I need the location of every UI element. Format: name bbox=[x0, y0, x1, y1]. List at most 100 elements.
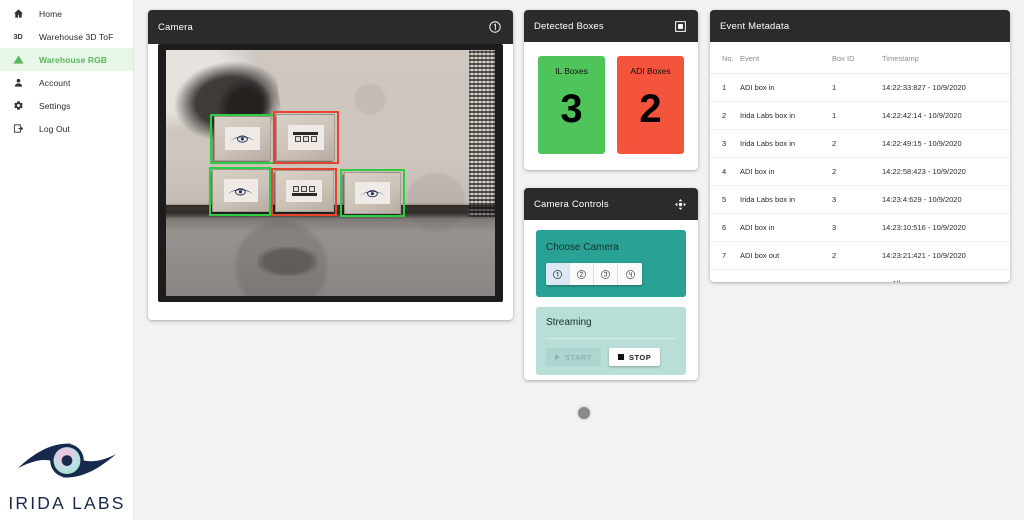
event-metadata-table: No. Event Box ID Timestamp 1 ADI box in … bbox=[710, 42, 1010, 270]
cell-timestamp: 14:22:49:15 - 10/9/2020 bbox=[882, 129, 1010, 158]
camera-controls-body: Choose Camera Streaming START STOP bbox=[524, 220, 698, 380]
count-card-value: 3 bbox=[560, 87, 583, 131]
scene-box-adi-2 bbox=[274, 170, 334, 212]
chevron-down-icon bbox=[905, 281, 912, 282]
streaming-buttons: START STOP bbox=[546, 338, 676, 366]
person-icon bbox=[8, 77, 28, 88]
start-stream-button[interactable]: START bbox=[546, 348, 601, 366]
camera-controls-panel: Camera Controls Choose Camera Streaming … bbox=[524, 188, 698, 380]
stop-stream-button[interactable]: STOP bbox=[608, 348, 661, 366]
chevron-right-icon[interactable]: › bbox=[988, 279, 996, 282]
rows-per-page-label: Rows per page: bbox=[833, 281, 886, 283]
camera-option-1[interactable] bbox=[546, 263, 570, 285]
camera-panel-title: Camera bbox=[158, 21, 193, 33]
cell-box-id: 2 bbox=[832, 129, 882, 158]
cell-event: Irida Labs box in bbox=[740, 185, 832, 214]
camera-option-4[interactable] bbox=[618, 263, 642, 285]
sidebar-item-account[interactable]: Account bbox=[0, 71, 133, 94]
table-row[interactable]: 6 ADI box in 3 14:23:10:516 - 10/9/2020 bbox=[710, 213, 1010, 242]
event-metadata-header: Event Metadata bbox=[710, 10, 1010, 42]
scene-box-il-3 bbox=[343, 171, 402, 214]
camera-video-feed[interactable] bbox=[166, 50, 495, 296]
table-row[interactable]: 7 ADI box out 2 14:23:21:421 - 10/9/2020 bbox=[710, 241, 1010, 270]
camera-stage bbox=[158, 44, 503, 302]
camera-panel: Camera bbox=[148, 10, 513, 320]
cell-timestamp: 14:22:33:827 - 10/9/2020 bbox=[882, 73, 1010, 102]
sidebar: Home 3D Warehouse 3D ToF Warehouse RGB A… bbox=[0, 0, 134, 520]
column-header-event: Event bbox=[740, 42, 832, 74]
cell-no: 4 bbox=[710, 157, 740, 186]
sidebar-item-warehouse-3d-tof[interactable]: 3D Warehouse 3D ToF bbox=[0, 25, 133, 48]
box-label-irida bbox=[223, 179, 259, 203]
camera-option-2[interactable] bbox=[570, 263, 594, 285]
sidebar-nav: Home 3D Warehouse 3D ToF Warehouse RGB A… bbox=[0, 0, 133, 140]
move-icon[interactable] bbox=[672, 196, 688, 212]
sidebar-item-log-out[interactable]: Log Out bbox=[0, 117, 133, 140]
scene-box-adi-1 bbox=[276, 113, 336, 161]
panel-drag-handle[interactable] bbox=[578, 407, 590, 419]
camera-mesh-grating bbox=[469, 50, 495, 218]
count-card-label: ADI Boxes bbox=[630, 66, 671, 76]
table-header-row: No. Event Box ID Timestamp bbox=[710, 42, 1010, 74]
camera-selector-group bbox=[546, 263, 642, 285]
streaming-card: Streaming START STOP bbox=[536, 307, 686, 375]
count-card-value: 2 bbox=[639, 87, 662, 131]
circle-one-icon[interactable] bbox=[487, 19, 503, 35]
adi-barcode bbox=[293, 132, 319, 136]
cell-no: 6 bbox=[710, 213, 740, 242]
table-header: No. Event Box ID Timestamp bbox=[710, 42, 1010, 74]
camera-controls-title: Camera Controls bbox=[534, 198, 609, 210]
brand-name: IRIDA LABS bbox=[8, 493, 126, 513]
stop-icon bbox=[617, 354, 624, 360]
detected-boxes-title: Detected Boxes bbox=[534, 20, 604, 32]
column-header-timestamp: Timestamp bbox=[882, 42, 1010, 74]
sidebar-item-warehouse-rgb[interactable]: Warehouse RGB bbox=[0, 48, 133, 71]
streaming-title: Streaming bbox=[546, 317, 592, 328]
cell-no: 1 bbox=[710, 73, 740, 102]
adi-symbols bbox=[294, 136, 317, 143]
column-header-no: No. bbox=[710, 42, 740, 74]
table-row[interactable]: 1 ADI box in 1 14:22:33:827 - 10/9/2020 bbox=[710, 73, 1010, 102]
table-row[interactable]: 5 Irida Labs box in 3 14:23:4:629 - 10/9… bbox=[710, 185, 1010, 214]
brand-logo: IRIDA LABS bbox=[0, 429, 134, 514]
table-row[interactable]: 2 Irida Labs box in 1 14:22:42:14 - 10/9… bbox=[710, 101, 1010, 130]
camera-panel-header: Camera bbox=[148, 10, 513, 44]
count-card-adi-boxes: ADI Boxes 2 bbox=[617, 56, 684, 154]
app-root: Home 3D Warehouse 3D ToF Warehouse RGB A… bbox=[0, 0, 1024, 520]
eye-mini-icon bbox=[228, 188, 254, 196]
play-icon bbox=[555, 354, 560, 360]
box-label-irida bbox=[355, 181, 390, 204]
table-pagination: Rows per page: All 1-7 of 7 ‹ › bbox=[710, 270, 1010, 282]
sidebar-item-label: Warehouse 3D ToF bbox=[39, 31, 114, 42]
scene-box-il-1 bbox=[213, 116, 272, 161]
event-metadata-panel: Event Metadata No. Event Box ID Timestam… bbox=[710, 10, 1010, 282]
column-header-box-id: Box ID bbox=[832, 42, 882, 74]
sidebar-item-label: Log Out bbox=[39, 123, 70, 134]
table-row[interactable]: 3 Irida Labs box in 2 14:22:49:15 - 10/9… bbox=[710, 129, 1010, 158]
rows-per-page-select[interactable]: All bbox=[890, 279, 913, 282]
sidebar-item-settings[interactable]: Settings bbox=[0, 94, 133, 117]
irida-eye-icon bbox=[17, 443, 117, 478]
cell-box-id: 1 bbox=[832, 73, 882, 102]
logout-icon bbox=[8, 123, 28, 134]
sidebar-item-label: Warehouse RGB bbox=[39, 54, 108, 65]
detected-boxes-panel: Detected Boxes IL Boxes 3 ADI Boxes 2 bbox=[524, 10, 698, 170]
chevron-left-icon[interactable]: ‹ bbox=[967, 279, 975, 282]
cell-box-id: 2 bbox=[832, 241, 882, 270]
cell-timestamp: 14:22:58:423 - 10/9/2020 bbox=[882, 157, 1010, 186]
start-button-label: START bbox=[565, 352, 592, 362]
choose-camera-title: Choose Camera bbox=[546, 242, 619, 253]
sidebar-item-home[interactable]: Home bbox=[0, 2, 133, 25]
sidebar-item-label: Home bbox=[39, 8, 63, 19]
cell-timestamp: 14:23:4:629 - 10/9/2020 bbox=[882, 185, 1010, 214]
camera-floor-shadow bbox=[258, 246, 318, 277]
cell-no: 3 bbox=[710, 129, 740, 158]
gear-icon bbox=[8, 100, 28, 111]
camera-option-3[interactable] bbox=[594, 263, 618, 285]
table-row[interactable]: 4 ADI box in 2 14:22:58:423 - 10/9/2020 bbox=[710, 157, 1010, 186]
pagination-range: 1-7 of 7 bbox=[927, 281, 952, 283]
stop-square-icon[interactable] bbox=[672, 18, 688, 34]
sidebar-item-label: Account bbox=[39, 77, 71, 88]
cell-event: ADI box in bbox=[740, 157, 832, 186]
cell-event: ADI box in bbox=[740, 73, 832, 102]
